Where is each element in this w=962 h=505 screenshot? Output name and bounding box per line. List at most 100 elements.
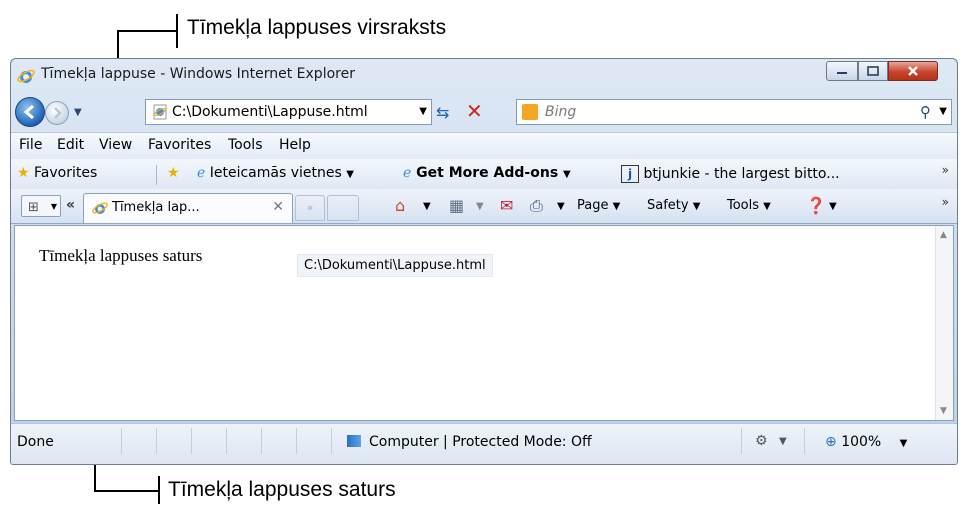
zoom-icon: ⊕ bbox=[825, 434, 837, 450]
popup-blocker-icon[interactable]: ⚙ bbox=[755, 433, 768, 449]
forward-button[interactable] bbox=[45, 101, 69, 125]
quick-tabs-button[interactable]: ⊞ ▼ bbox=[21, 195, 61, 217]
search-box[interactable]: Bing ⚲ ▼ bbox=[516, 99, 952, 125]
page-menu[interactable]: Page ▼ bbox=[577, 198, 620, 213]
bottom-annotation-tick bbox=[158, 476, 160, 504]
status-divider bbox=[261, 428, 262, 454]
favorites-label: Favorites bbox=[34, 165, 98, 181]
command-bar: ⊞ ▼ « Tīmekļa lap... ✕ » ⌂ ▼ ▦ ▼ ✉ ⎙ ▼ P… bbox=[11, 189, 957, 224]
menu-file[interactable]: File bbox=[19, 137, 42, 153]
mail-icon[interactable]: ✉ bbox=[500, 196, 513, 215]
window-title: Tīmekļa lappuse - Windows Internet Explo… bbox=[41, 66, 355, 82]
back-button[interactable] bbox=[15, 97, 45, 127]
security-zone-label: Computer | Protected Mode: Off bbox=[369, 434, 592, 450]
home-icon[interactable]: ⌂ bbox=[395, 196, 405, 215]
computer-zone-icon bbox=[347, 435, 361, 447]
search-dropdown-icon[interactable]: ▼ bbox=[939, 106, 947, 117]
chevron-down-icon[interactable]: ▼ bbox=[779, 436, 787, 447]
scroll-up-icon[interactable]: ▲ bbox=[940, 230, 947, 240]
top-annotation-tick bbox=[176, 14, 178, 48]
minimize-icon bbox=[837, 72, 847, 74]
status-bar: Done Computer | Protected Mode: Off ⚙ ▼ … bbox=[11, 423, 957, 464]
chevron-down-icon: ▼ bbox=[763, 201, 771, 212]
scroll-down-icon[interactable]: ▼ bbox=[940, 406, 947, 416]
zoom-level: 100% bbox=[841, 434, 882, 450]
status-divider bbox=[121, 428, 122, 454]
close-button[interactable] bbox=[888, 61, 938, 81]
menu-tools[interactable]: Tools bbox=[228, 137, 263, 153]
ie-logo-icon: ℯ bbox=[197, 165, 206, 181]
help-dropdown-icon[interactable]: ▼ bbox=[829, 201, 837, 212]
status-divider bbox=[191, 428, 192, 454]
address-dropdown-icon[interactable]: ▼ bbox=[419, 106, 427, 117]
safety-menu[interactable]: Safety ▼ bbox=[647, 198, 700, 213]
tools-menu-label: Tools bbox=[727, 198, 760, 213]
home-dropdown-icon[interactable]: ▼ bbox=[423, 201, 431, 212]
search-placeholder: Bing bbox=[545, 104, 577, 120]
btjunkie-label: btjunkie - the largest bitto... bbox=[643, 166, 840, 182]
get-addons-label: Get More Add-ons bbox=[416, 165, 559, 181]
bottom-annotation-horizontal bbox=[94, 490, 158, 492]
feeds-dropdown-icon[interactable]: ▼ bbox=[476, 201, 484, 212]
print-dropdown-icon[interactable]: ▼ bbox=[557, 201, 565, 212]
favorites-overflow-icon[interactable]: » bbox=[942, 163, 949, 177]
add-to-favorites-icon[interactable]: ★ bbox=[167, 165, 180, 181]
btjunkie-icon: j bbox=[621, 165, 639, 183]
menu-view[interactable]: View bbox=[99, 137, 132, 153]
chevron-down-icon: ▼ bbox=[612, 201, 621, 212]
minimize-button[interactable] bbox=[826, 61, 858, 81]
menu-help[interactable]: Help bbox=[279, 137, 311, 153]
status-text: Done bbox=[17, 434, 54, 450]
favorites-star-icon: ★ bbox=[17, 165, 30, 181]
tab-active[interactable]: Tīmekļa lap... ✕ bbox=[83, 193, 293, 223]
maximize-icon bbox=[867, 66, 879, 76]
security-zone[interactable]: Computer | Protected Mode: Off bbox=[347, 434, 592, 450]
page-content-text: Tīmekļa lappuses saturs bbox=[39, 246, 203, 265]
command-overflow-icon[interactable]: » bbox=[942, 195, 949, 209]
suggested-sites-link[interactable]: ℯ Ieteicamās vietnes ▼ bbox=[197, 165, 354, 181]
top-caption: Tīmekļa lappuses virsraksts bbox=[187, 16, 447, 39]
search-icon[interactable]: ⚲ bbox=[920, 103, 931, 121]
tools-menu[interactable]: Tools ▼ bbox=[727, 198, 771, 213]
ie-logo-icon bbox=[17, 69, 35, 83]
vertical-scrollbar[interactable]: ▲ ▼ bbox=[935, 226, 953, 420]
btjunkie-link[interactable]: j btjunkie - the largest bitto... bbox=[621, 165, 840, 183]
help-icon[interactable]: ❓ bbox=[806, 196, 826, 215]
page-menu-label: Page bbox=[577, 198, 609, 213]
menu-favorites[interactable]: Favorites bbox=[148, 137, 211, 153]
suggested-sites-label: Ieteicamās vietnes bbox=[209, 165, 342, 181]
stop-icon[interactable]: ✕ bbox=[466, 99, 486, 123]
chevron-down-icon: ▼ bbox=[692, 201, 701, 212]
status-divider bbox=[296, 428, 297, 454]
tab-overflow-button[interactable]: » bbox=[295, 195, 325, 221]
feeds-icon[interactable]: ▦ bbox=[449, 196, 464, 215]
safety-menu-label: Safety bbox=[647, 198, 689, 213]
new-tab-button[interactable] bbox=[327, 195, 359, 221]
tab-list-icon[interactable]: « bbox=[66, 197, 75, 213]
status-divider bbox=[804, 428, 805, 454]
print-icon[interactable]: ⎙ bbox=[530, 196, 543, 216]
address-text: C:\Dokumenti\Lappuse.html bbox=[172, 104, 368, 120]
get-addons-link[interactable]: ℯ Get More Add-ons ▼ bbox=[403, 165, 571, 181]
address-bar[interactable]: C:\Dokumenti\Lappuse.html ▼ bbox=[145, 99, 432, 125]
menu-edit[interactable]: Edit bbox=[57, 137, 84, 153]
zoom-control[interactable]: ⊕ 100% ▼ bbox=[825, 434, 907, 450]
close-icon bbox=[908, 66, 918, 76]
forward-arrow-icon bbox=[54, 107, 62, 119]
top-annotation-horizontal bbox=[117, 30, 177, 32]
tab-label: Tīmekļa lap... bbox=[112, 200, 200, 215]
page-icon bbox=[153, 104, 167, 120]
favorites-bar: ★ Favorites ★ ℯ Ieteicamās vietnes ▼ ℯ G… bbox=[11, 159, 957, 189]
address-tooltip: C:\Dokumenti\Lappuse.html bbox=[297, 254, 493, 277]
status-divider bbox=[226, 428, 227, 454]
back-arrow-icon bbox=[23, 104, 34, 120]
maximize-button[interactable] bbox=[858, 61, 888, 81]
close-tab-icon[interactable]: ✕ bbox=[272, 199, 284, 215]
refresh-icon[interactable]: ⇆ bbox=[436, 103, 456, 122]
browser-window: Tīmekļa lappuse - Windows Internet Explo… bbox=[10, 58, 958, 465]
title-bar: Tīmekļa lappuse - Windows Internet Explo… bbox=[11, 59, 957, 91]
recent-pages-dropdown[interactable]: ▼ bbox=[74, 107, 82, 118]
favorites-button[interactable]: ★ Favorites bbox=[17, 165, 97, 181]
chevron-down-icon: ▼ bbox=[899, 438, 908, 449]
navigation-bar: ▼ C:\Dokumenti\Lappuse.html ▼ ⇆ ✕ Bing ⚲… bbox=[11, 93, 957, 129]
